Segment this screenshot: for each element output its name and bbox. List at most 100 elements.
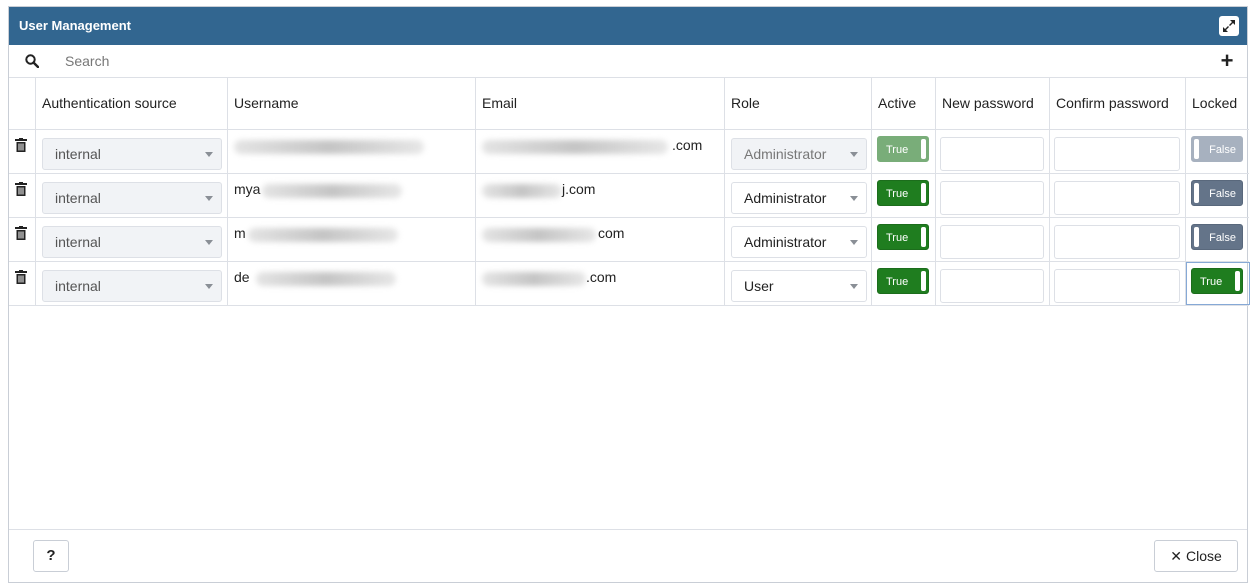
new-password-cell xyxy=(935,174,1049,217)
auth-source-select[interactable]: internal xyxy=(42,226,222,258)
chevron-down-icon xyxy=(850,152,858,157)
active-toggle[interactable]: True xyxy=(877,180,929,206)
email-value: com xyxy=(598,225,625,241)
redacted-blur xyxy=(256,272,396,286)
header-cell-email[interactable]: Email xyxy=(475,78,724,129)
header-cell-auth-source[interactable]: Authentication source xyxy=(35,78,227,129)
redacted-blur xyxy=(482,140,668,154)
header-label: Authentication source xyxy=(42,95,177,111)
auth-source-cell: internal xyxy=(35,130,227,173)
auth-source-cell: internal xyxy=(35,174,227,217)
new-password-cell xyxy=(935,130,1049,173)
role-select[interactable]: Administrator xyxy=(731,182,867,214)
email-cell[interactable]: j.com xyxy=(475,174,724,217)
delete-cell xyxy=(9,262,35,305)
dialog-title: User Management xyxy=(19,18,131,33)
username-cell[interactable]: m xyxy=(227,218,475,261)
redacted-blur xyxy=(234,140,424,154)
email-cell[interactable]: .com xyxy=(475,262,724,305)
new-password-input[interactable] xyxy=(940,225,1044,259)
add-user-button[interactable]: + xyxy=(1217,50,1237,72)
confirm-password-input[interactable] xyxy=(1054,225,1180,259)
table-row: internal m com Administrator True False xyxy=(9,218,1249,262)
auth-source-cell: internal xyxy=(35,218,227,261)
username-value: m xyxy=(234,225,246,241)
chevron-down-icon xyxy=(850,196,858,201)
auth-source-select[interactable]: internal xyxy=(42,138,222,170)
email-cell[interactable]: .com xyxy=(475,130,724,173)
username-cell[interactable]: mya xyxy=(227,174,475,217)
active-toggle[interactable]: True xyxy=(877,224,929,250)
locked-cell: True xyxy=(1185,262,1250,305)
redacted-blur xyxy=(262,184,402,198)
new-password-input[interactable] xyxy=(940,269,1044,303)
toggle-knob xyxy=(921,139,926,159)
new-password-input[interactable] xyxy=(940,137,1044,171)
role-select[interactable]: Administrator xyxy=(731,226,867,258)
header-cell-role[interactable]: Role xyxy=(724,78,871,129)
trash-icon[interactable] xyxy=(15,226,27,240)
toggle-knob xyxy=(1194,227,1199,247)
new-password-cell xyxy=(935,262,1049,305)
role-cell: Administrator xyxy=(724,130,871,173)
locked-toggle[interactable]: False xyxy=(1191,136,1243,162)
redacted-blur xyxy=(248,228,398,242)
x-icon: ✕ xyxy=(1170,548,1182,564)
role-select[interactable]: User xyxy=(731,270,867,302)
header-cell-new-password[interactable]: New password xyxy=(935,78,1049,129)
header-cell-locked[interactable]: Locked xyxy=(1185,78,1249,129)
email-value: .com xyxy=(586,269,617,285)
header-cell-delete xyxy=(9,78,35,129)
trash-icon[interactable] xyxy=(15,138,27,152)
locked-toggle[interactable]: False xyxy=(1191,224,1243,250)
help-button[interactable]: ? xyxy=(33,540,69,572)
toggle-label: False xyxy=(1209,232,1236,244)
locked-toggle[interactable]: True xyxy=(1191,268,1243,294)
header-cell-confirm-password[interactable]: Confirm password xyxy=(1049,78,1185,129)
table-row: internal .com Administrator True False xyxy=(9,130,1249,174)
header-label: Email xyxy=(482,95,518,111)
search-icon xyxy=(25,54,39,68)
maximize-button[interactable] xyxy=(1219,16,1239,36)
confirm-password-input[interactable] xyxy=(1054,181,1180,215)
username-cell[interactable]: de xyxy=(227,262,475,305)
help-label: ? xyxy=(46,547,56,564)
search-bar: + xyxy=(9,45,1247,78)
active-toggle[interactable]: True xyxy=(877,268,929,294)
delete-cell xyxy=(9,218,35,261)
toggle-knob xyxy=(921,183,926,203)
role-select[interactable]: Administrator xyxy=(731,138,867,170)
confirm-password-input[interactable] xyxy=(1054,269,1180,303)
trash-icon[interactable] xyxy=(15,182,27,196)
email-cell[interactable]: com xyxy=(475,218,724,261)
table-header: Authentication source Username Email Rol… xyxy=(9,78,1249,130)
user-management-dialog: User Management + Authentication source … xyxy=(8,6,1250,583)
active-cell: True xyxy=(871,218,935,261)
toggle-knob xyxy=(921,227,926,247)
header-label: New password xyxy=(942,95,1034,111)
role-cell: Administrator xyxy=(724,174,871,217)
username-value: mya xyxy=(234,181,261,197)
table-row: internal mya j.com Administrator True Fa… xyxy=(9,174,1249,218)
role-cell: User xyxy=(724,262,871,305)
close-button[interactable]: ✕ Close xyxy=(1154,540,1238,572)
chevron-down-icon xyxy=(205,284,213,289)
locked-toggle[interactable]: False xyxy=(1191,180,1243,206)
active-toggle[interactable]: True xyxy=(877,136,929,162)
header-cell-username[interactable]: Username xyxy=(227,78,475,129)
select-value: internal xyxy=(55,146,101,162)
email-value: j.com xyxy=(562,181,596,197)
confirm-password-input[interactable] xyxy=(1054,137,1180,171)
auth-source-select[interactable]: internal xyxy=(42,182,222,214)
table-row: internal de .com User True True xyxy=(9,262,1250,306)
active-cell: True xyxy=(871,174,935,217)
search-input[interactable] xyxy=(57,49,1177,73)
toggle-knob xyxy=(1194,139,1199,159)
new-password-input[interactable] xyxy=(940,181,1044,215)
trash-icon[interactable] xyxy=(15,270,27,284)
chevron-down-icon xyxy=(205,240,213,245)
auth-source-select[interactable]: internal xyxy=(42,270,222,302)
header-cell-active[interactable]: Active xyxy=(871,78,935,129)
username-cell[interactable] xyxy=(227,130,475,173)
chevron-down-icon xyxy=(205,152,213,157)
